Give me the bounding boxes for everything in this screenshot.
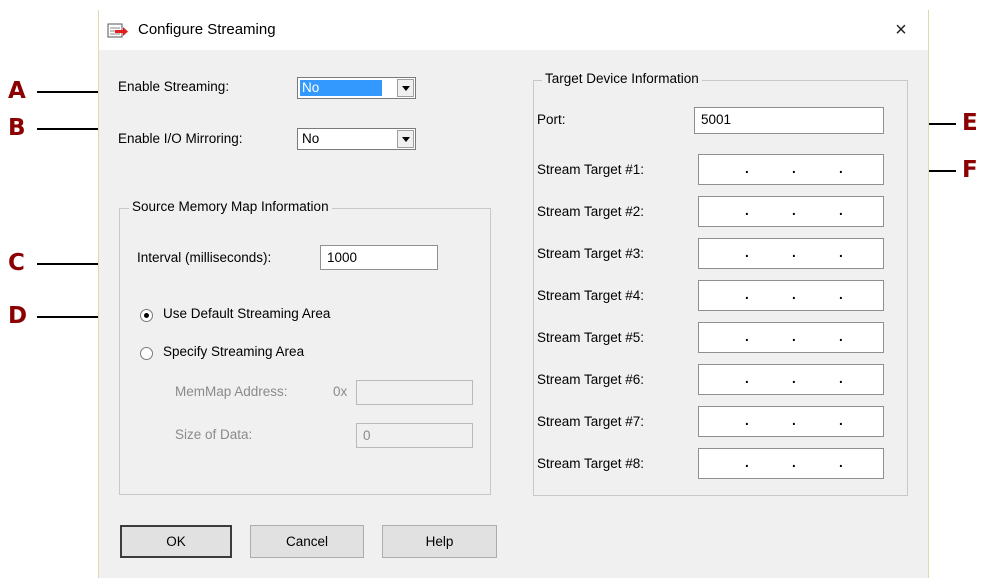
chevron-down-icon[interactable]	[397, 130, 414, 148]
stream-target-ip-input[interactable]: ...	[698, 238, 884, 269]
target-device-title: Target Device Information	[542, 71, 702, 86]
memmap-address-label: MemMap Address:	[175, 384, 288, 399]
stream-target-ip-input[interactable]: ...	[698, 196, 884, 227]
ip-separator: .	[792, 329, 796, 344]
callout-f: F	[962, 157, 978, 183]
ok-button[interactable]: OK	[120, 525, 232, 558]
ip-separator: .	[745, 455, 749, 470]
stream-target-label: Stream Target #3:	[537, 246, 645, 261]
close-icon: ×	[895, 19, 907, 41]
enable-io-mirroring-select[interactable]: No	[297, 128, 416, 150]
memmap-prefix: 0x	[333, 384, 348, 399]
ip-separator: .	[839, 329, 843, 344]
ip-separator: .	[745, 245, 749, 260]
title-bar: Configure Streaming ×	[99, 10, 928, 50]
ip-separator: .	[745, 329, 749, 344]
stream-target-ip-input[interactable]: ...	[698, 322, 884, 353]
enable-streaming-label: Enable Streaming:	[118, 79, 230, 94]
enable-io-mirroring-label: Enable I/O Mirroring:	[118, 131, 243, 146]
ip-separator: .	[792, 413, 796, 428]
stream-target-ip-input[interactable]: ...	[698, 406, 884, 437]
ip-separator: .	[745, 413, 749, 428]
callout-b: B	[8, 115, 26, 141]
ip-separator: .	[792, 455, 796, 470]
port-label: Port:	[537, 112, 566, 127]
ip-separator: .	[792, 161, 796, 176]
chevron-down-icon[interactable]	[397, 79, 414, 97]
source-memory-map-title: Source Memory Map Information	[129, 199, 332, 214]
ip-separator: .	[745, 161, 749, 176]
size-of-data-label: Size of Data:	[175, 427, 253, 442]
ip-separator: .	[839, 203, 843, 218]
use-default-area-radio[interactable]	[140, 309, 153, 322]
ip-separator: .	[745, 371, 749, 386]
callout-a: A	[8, 78, 26, 104]
ip-separator: .	[792, 371, 796, 386]
stream-target-label: Stream Target #6:	[537, 372, 645, 387]
help-button[interactable]: Help	[382, 525, 497, 558]
ip-separator: .	[839, 245, 843, 260]
callout-d: D	[8, 303, 28, 329]
stream-target-label: Stream Target #5:	[537, 330, 645, 345]
memmap-address-input[interactable]	[356, 380, 473, 405]
stream-target-label: Stream Target #4:	[537, 288, 645, 303]
close-button[interactable]: ×	[881, 16, 921, 44]
specify-area-label[interactable]: Specify Streaming Area	[163, 344, 304, 359]
enable-io-mirroring-value: No	[302, 131, 320, 146]
size-of-data-input[interactable]: 0	[356, 423, 473, 448]
interval-input[interactable]: 1000	[320, 245, 438, 270]
stream-target-ip-input[interactable]: ...	[698, 154, 884, 185]
stream-target-label: Stream Target #7:	[537, 414, 645, 429]
interval-label: Interval (milliseconds):	[137, 250, 272, 265]
ip-separator: .	[792, 203, 796, 218]
cancel-button[interactable]: Cancel	[250, 525, 364, 558]
specify-area-radio[interactable]	[140, 347, 153, 360]
ip-separator: .	[839, 371, 843, 386]
ip-separator: .	[745, 287, 749, 302]
ip-separator: .	[839, 455, 843, 470]
stream-target-label: Stream Target #1:	[537, 162, 645, 177]
streaming-config-icon	[107, 23, 128, 38]
stream-target-ip-input[interactable]: ...	[698, 280, 884, 311]
callout-c: C	[8, 250, 25, 276]
use-default-area-label[interactable]: Use Default Streaming Area	[163, 306, 330, 321]
stream-target-label: Stream Target #8:	[537, 456, 645, 471]
enable-streaming-select[interactable]: No	[297, 77, 416, 99]
ip-separator: .	[745, 203, 749, 218]
ip-separator: .	[839, 413, 843, 428]
callout-e: E	[962, 110, 978, 136]
stream-target-ip-input[interactable]: ...	[698, 448, 884, 479]
ip-separator: .	[839, 287, 843, 302]
ip-separator: .	[792, 287, 796, 302]
port-input[interactable]: 5001	[694, 107, 884, 134]
ip-separator: .	[839, 161, 843, 176]
window-title: Configure Streaming	[138, 21, 276, 38]
stream-target-ip-input[interactable]: ...	[698, 364, 884, 395]
enable-streaming-value: No	[300, 80, 382, 96]
stream-target-label: Stream Target #2:	[537, 204, 645, 219]
ip-separator: .	[792, 245, 796, 260]
